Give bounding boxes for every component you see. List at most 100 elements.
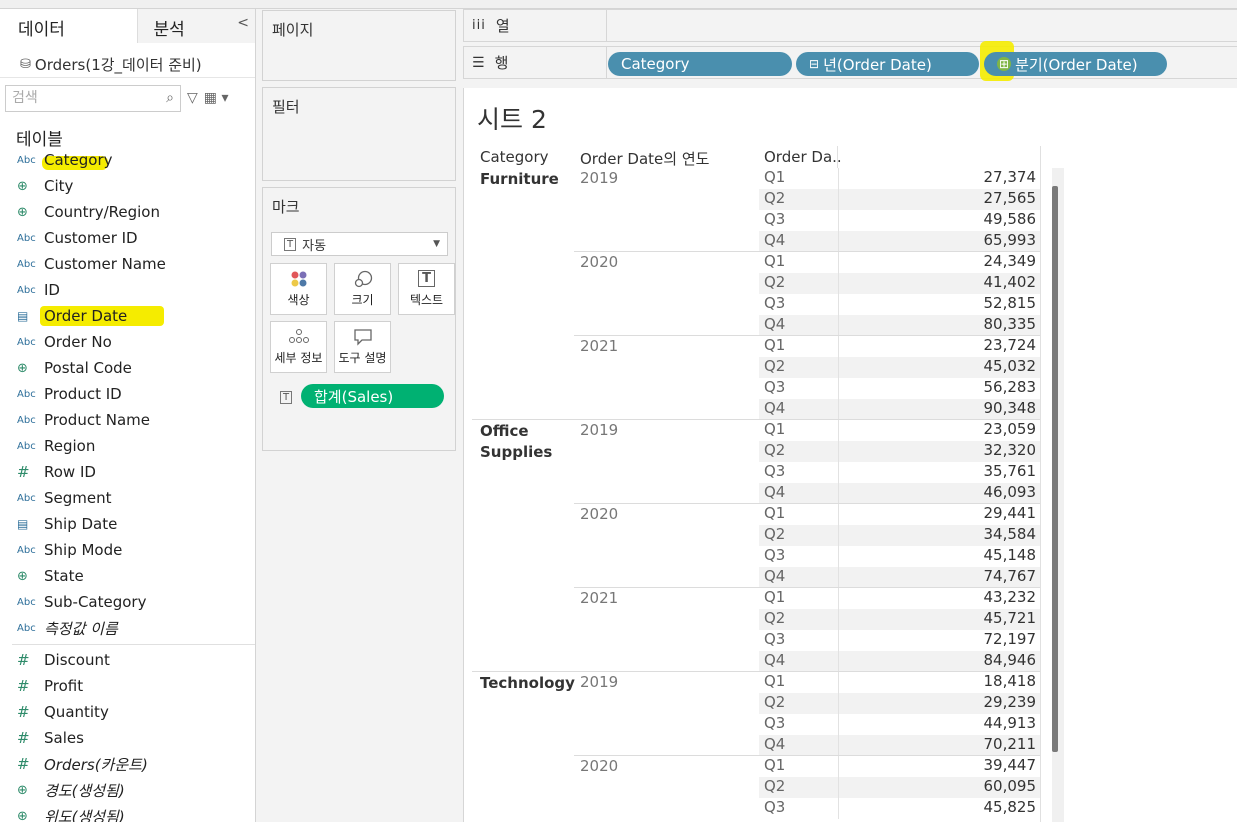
year-label[interactable]: 2019	[580, 673, 618, 691]
mark-type-dropdown[interactable]: T 자동 ▼	[271, 232, 448, 256]
year-label[interactable]: 2019	[580, 421, 618, 439]
sales-value: 41,402	[983, 273, 1037, 291]
category-label[interactable]: Furniture	[480, 169, 559, 190]
sales-value: 29,239	[983, 693, 1037, 711]
table-row[interactable]: Q3 56,283	[759, 378, 1040, 399]
year-label[interactable]: 2021	[580, 589, 618, 607]
row-pill-year[interactable]: ⊟ 년(Order Date)	[796, 52, 979, 76]
label-button[interactable]: T 텍스트	[398, 263, 455, 315]
scrollbar-thumb[interactable]	[1052, 186, 1058, 752]
quarter-label: Q4	[759, 651, 839, 672]
collapse-pane-icon[interactable]: <	[237, 15, 249, 31]
field-item[interactable]: ⊕ City	[0, 173, 255, 199]
table-row[interactable]: Q3 45,148	[759, 546, 1040, 567]
table-row[interactable]: Q2 32,320	[759, 441, 1040, 462]
table-row[interactable]: Q4 65,993	[759, 231, 1040, 252]
table-row[interactable]: Q1 29,441	[759, 504, 1040, 525]
category-label[interactable]: Office Supplies	[480, 421, 552, 463]
table-row[interactable]: Q2 60,095	[759, 777, 1040, 798]
sales-pill[interactable]: 합계(Sales)	[301, 384, 444, 408]
field-item[interactable]: # Row ID	[0, 459, 255, 485]
table-row[interactable]: Q4 70,211	[759, 735, 1040, 756]
table-row[interactable]: Q2 41,402	[759, 273, 1040, 294]
field-item[interactable]: Abc Sub-Category	[0, 589, 255, 615]
rows-shelf[interactable]: ☰ 행 Category ⊟ 년(Order Date) ⊞ 분기(Order …	[463, 41, 1237, 81]
table-row[interactable]: Q3 35,761	[759, 462, 1040, 483]
table-row[interactable]: Q4 84,946	[759, 651, 1040, 672]
filters-card[interactable]: 필터	[262, 87, 456, 181]
table-row[interactable]: Q2 45,032	[759, 357, 1040, 378]
datasource-item[interactable]: ⛁ Orders(1강_데이터 준비)	[0, 43, 255, 78]
field-item[interactable]: Abc Category	[0, 147, 255, 173]
field-item[interactable]: ⊕ Postal Code	[0, 355, 255, 381]
pages-card[interactable]: 페이지	[262, 10, 456, 81]
year-label[interactable]: 2020	[580, 253, 618, 271]
field-item[interactable]: Abc 측정값 이름	[0, 615, 255, 641]
table-row[interactable]: Q3 52,815	[759, 294, 1040, 315]
table-row[interactable]: Q3 44,913	[759, 714, 1040, 735]
field-item[interactable]: Abc Order No	[0, 329, 255, 355]
table-row[interactable]: Q1 23,724	[759, 336, 1040, 357]
field-item[interactable]: Abc Ship Mode	[0, 537, 255, 563]
category-label[interactable]: Technology	[480, 673, 575, 694]
field-item[interactable]: Abc Customer Name	[0, 251, 255, 277]
tooltip-button[interactable]: 도구 설명	[334, 321, 391, 373]
field-item[interactable]: # Orders(카운트)	[0, 751, 255, 777]
table-row[interactable]: Q1 24,349	[759, 252, 1040, 273]
field-item[interactable]: Abc ID	[0, 277, 255, 303]
header-quarter[interactable]: Order Da..	[764, 148, 842, 166]
table-row[interactable]: Q1 39,447	[759, 756, 1040, 777]
field-item[interactable]: ⊕ State	[0, 563, 255, 589]
detail-button[interactable]: 세부 정보	[270, 321, 327, 373]
expand-icon[interactable]: ⊞	[997, 57, 1012, 71]
field-item[interactable]: Abc Customer ID	[0, 225, 255, 251]
header-year[interactable]: Order Date의 연도	[580, 148, 709, 169]
filter-icon[interactable]: ▽	[187, 90, 198, 106]
year-label[interactable]: 2021	[580, 337, 618, 355]
string-type-icon: Abc	[17, 622, 36, 634]
table-row[interactable]: Q2 34,584	[759, 525, 1040, 546]
quarter-label: Q3	[759, 798, 839, 819]
field-item[interactable]: ▤ Ship Date	[0, 511, 255, 537]
field-item[interactable]: # Discount	[0, 647, 255, 673]
year-label[interactable]: 2019	[580, 169, 618, 187]
color-button[interactable]: 색상	[270, 263, 327, 315]
columns-shelf[interactable]: iii 열	[463, 9, 1237, 42]
header-category[interactable]: Category	[480, 148, 549, 166]
table-row[interactable]: Q4 74,767	[759, 567, 1040, 588]
field-item[interactable]: # Sales	[0, 725, 255, 751]
field-item[interactable]: ▤ Order Date	[0, 303, 255, 329]
year-label[interactable]: 2020	[580, 757, 618, 775]
table-row[interactable]: Q1 27,374	[759, 168, 1040, 189]
field-item[interactable]: ⊕ Country/Region	[0, 199, 255, 225]
tab-data[interactable]: 데이터	[0, 9, 138, 43]
table-row[interactable]: Q1 18,418	[759, 672, 1040, 693]
table-row[interactable]: Q1 43,232	[759, 588, 1040, 609]
field-item[interactable]: Abc Segment	[0, 485, 255, 511]
field-item[interactable]: Abc Product ID	[0, 381, 255, 407]
table-row[interactable]: Q2 29,239	[759, 693, 1040, 714]
table-row[interactable]: Q4 90,348	[759, 399, 1040, 420]
field-item[interactable]: # Profit	[0, 673, 255, 699]
field-item[interactable]: Abc Region	[0, 433, 255, 459]
year-label[interactable]: 2020	[580, 505, 618, 523]
field-item[interactable]: # Quantity	[0, 699, 255, 725]
table-row[interactable]: Q3 45,825	[759, 798, 1040, 819]
field-item[interactable]: Abc Product Name	[0, 407, 255, 433]
row-pill-category[interactable]: Category	[608, 52, 792, 76]
table-row[interactable]: Q4 80,335	[759, 315, 1040, 336]
table-row[interactable]: Q4 46,093	[759, 483, 1040, 504]
view-options-icon[interactable]: ▦ ▾	[204, 90, 229, 106]
table-row[interactable]: Q3 49,586	[759, 210, 1040, 231]
table-row[interactable]: Q1 23,059	[759, 420, 1040, 441]
table-row[interactable]: Q2 45,721	[759, 609, 1040, 630]
size-button[interactable]: 크기	[334, 263, 391, 315]
field-item[interactable]: ⊕ 경도(생성됨)	[0, 777, 255, 803]
search-input[interactable]	[12, 90, 152, 106]
field-item[interactable]: ⊕ 위도(생성됨)	[0, 803, 255, 822]
table-row[interactable]: Q2 27,565	[759, 189, 1040, 210]
table-row[interactable]: Q3 72,197	[759, 630, 1040, 651]
row-pill-quarter[interactable]: ⊞ 분기(Order Date)	[984, 52, 1167, 76]
search-icon[interactable]: ⌕	[166, 90, 174, 106]
collapse-icon[interactable]: ⊟	[809, 57, 819, 71]
